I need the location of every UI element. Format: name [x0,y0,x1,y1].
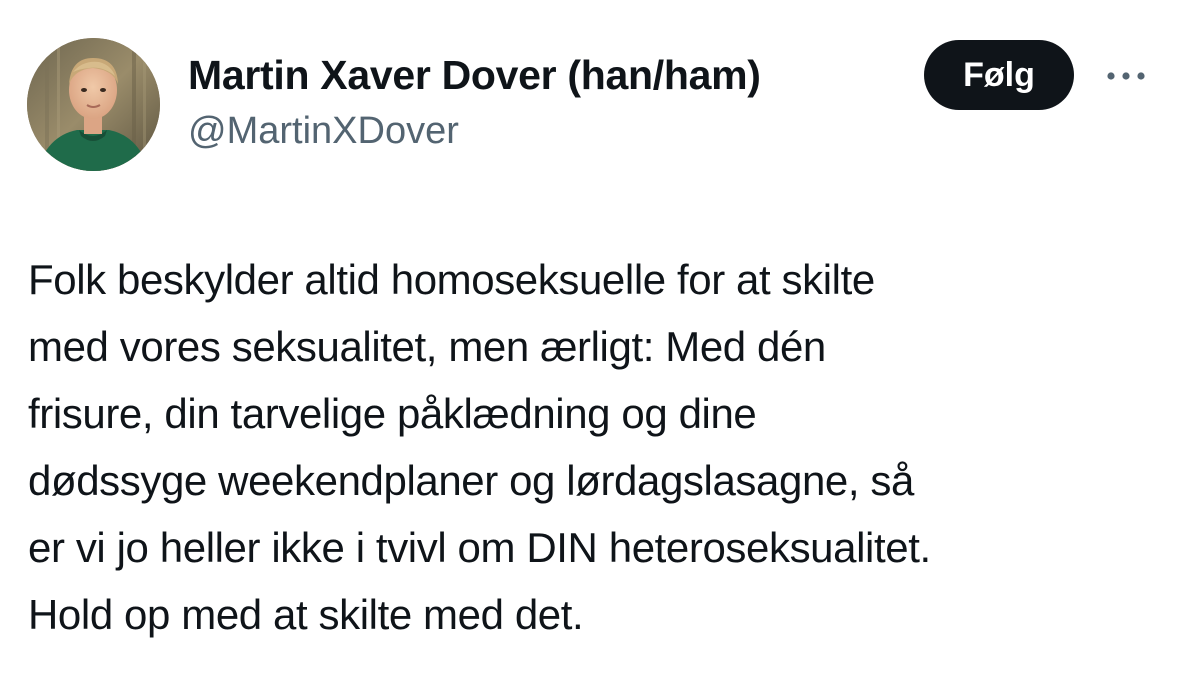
author-handle[interactable]: @MartinXDover [188,110,459,153]
more-horizontal-icon [1107,72,1145,80]
more-options-button[interactable] [1098,58,1154,94]
avatar-photo [27,38,160,171]
author-display-name[interactable]: Martin Xaver Dover (han/ham) [188,52,761,99]
tweet-text: Folk beskylder altid homoseksuelle for a… [28,256,931,638]
avatar[interactable] [27,38,160,171]
follow-button[interactable]: Følg [924,40,1074,110]
tweet-card: Martin Xaver Dover (han/ham) @MartinXDov… [0,0,1179,688]
